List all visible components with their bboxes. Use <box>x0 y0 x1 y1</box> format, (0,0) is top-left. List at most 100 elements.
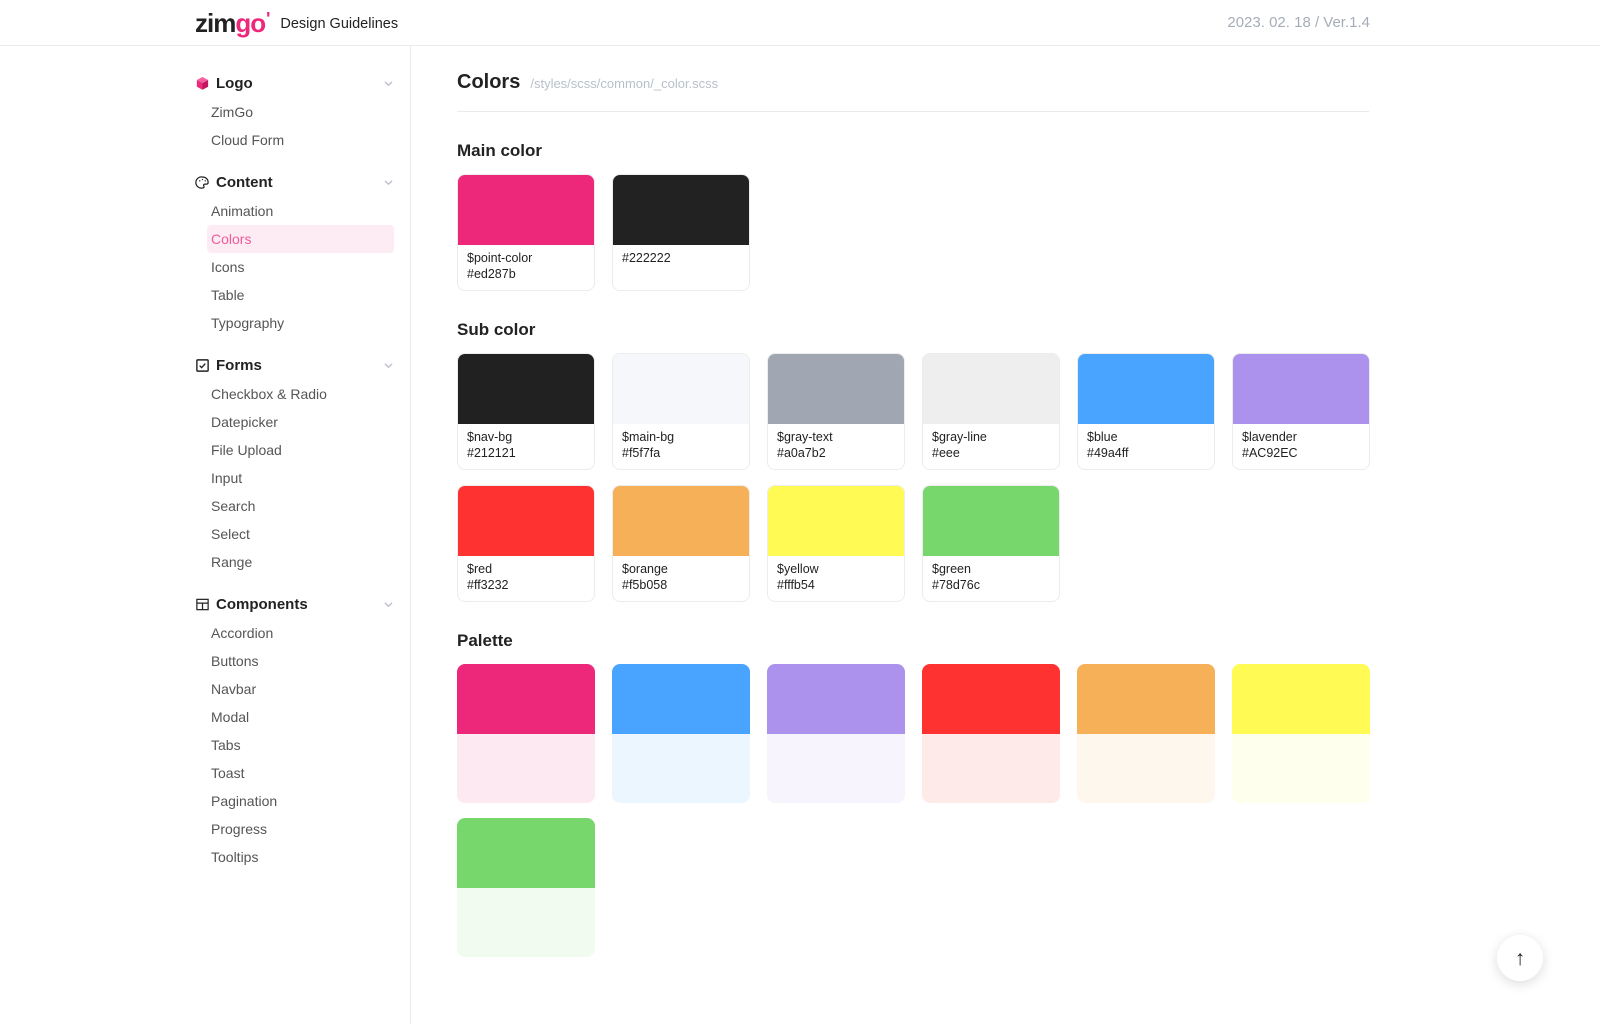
sidebar-item-tabs[interactable]: Tabs <box>207 731 394 759</box>
sidebar-item-checkbox-radio[interactable]: Checkbox & Radio <box>207 380 394 408</box>
color-swatch <box>613 175 749 245</box>
color-variable-name: $gray-text <box>777 430 895 446</box>
main-color-cards: $point-color#ed287b #222222 <box>457 174 1600 291</box>
sidebar-section-label: Components <box>216 596 308 613</box>
sidebar-item-zimgo[interactable]: ZimGo <box>207 98 394 126</box>
sidebar-section-forms: Forms Checkbox & RadioDatepickerFile Uplo… <box>195 353 394 576</box>
color-hex-value: #f5b058 <box>622 578 740 594</box>
sidebar-item-icons[interactable]: Icons <box>207 253 394 281</box>
palette-solid-swatch <box>922 664 1060 734</box>
scroll-to-top-button[interactable]: ↑ <box>1497 935 1543 981</box>
color-variable-name: $nav-bg <box>467 430 585 446</box>
arrow-up-icon: ↑ <box>1515 948 1526 969</box>
sidebar-item-buttons[interactable]: Buttons <box>207 647 394 675</box>
color-card-gray-text: $gray-text#a0a7b2 <box>767 353 905 470</box>
palette-tint-swatch <box>1077 734 1215 803</box>
palette-card-78d76c <box>457 818 595 957</box>
color-swatch <box>923 486 1059 556</box>
page-title: Colors <box>457 71 520 94</box>
sidebar-section-header-components[interactable]: Components <box>195 592 394 616</box>
color-card-label: $main-bg#f5f7fa <box>613 424 749 469</box>
sidebar-item-select[interactable]: Select <box>207 520 394 548</box>
cube-icon <box>195 76 210 91</box>
palette-solid-swatch <box>457 818 595 888</box>
sidebar-item-accordion[interactable]: Accordion <box>207 619 394 647</box>
sidebar-section-header-forms[interactable]: Forms <box>195 353 394 377</box>
sidebar-section-header-content[interactable]: Content <box>195 170 394 194</box>
color-card-label: $gray-line#eee <box>923 424 1059 469</box>
color-swatch <box>613 486 749 556</box>
color-variable-name: $yellow <box>777 562 895 578</box>
sidebar-item-typography[interactable]: Typography <box>207 309 394 337</box>
sidebar-item-navbar[interactable]: Navbar <box>207 675 394 703</box>
color-card-yellow: $yellow#fffb54 <box>767 485 905 602</box>
grid-icon <box>195 597 210 612</box>
sidebar-item-datepicker[interactable]: Datepicker <box>207 408 394 436</box>
sidebar-item-cloud-form[interactable]: Cloud Form <box>207 126 394 154</box>
color-card-lavender: $lavender#AC92EC <box>1232 353 1370 470</box>
color-variable-name: $blue <box>1087 430 1205 446</box>
sidebar-item-colors[interactable]: Colors <box>207 225 394 253</box>
logo-text-accent: go <box>235 8 265 38</box>
palette-cards <box>457 664 1370 957</box>
color-variable-name: $red <box>467 562 585 578</box>
sidebar-item-range[interactable]: Range <box>207 548 394 576</box>
sidebar-item-animation[interactable]: Animation <box>207 197 394 225</box>
sidebar-item-table[interactable]: Table <box>207 281 394 309</box>
color-card-label: $blue#49a4ff <box>1078 424 1214 469</box>
sidebar-item-file-upload[interactable]: File Upload <box>207 436 394 464</box>
color-hex-value: #fffb54 <box>777 578 895 594</box>
palette-card-ac92ec <box>767 664 905 803</box>
color-variable-name: $gray-line <box>932 430 1050 446</box>
color-hex-value: #212121 <box>467 446 585 462</box>
header-subtitle: Design Guidelines <box>280 13 398 32</box>
sidebar-item-pagination[interactable]: Pagination <box>207 787 394 815</box>
color-hex-value: #ff3232 <box>467 578 585 594</box>
section-sub-color: Sub color $nav-bg#212121$main-bg#f5f7fa$… <box>457 320 1600 602</box>
sidebar-item-tooltips[interactable]: Tooltips <box>207 843 394 871</box>
sidebar-item-toast[interactable]: Toast <box>207 759 394 787</box>
color-card-orange: $orange#f5b058 <box>612 485 750 602</box>
color-variable-name: $green <box>932 562 1050 578</box>
chevron-down-icon <box>383 78 394 89</box>
section-palette: Palette <box>457 631 1600 957</box>
palette-tint-swatch <box>612 734 750 803</box>
color-card-label: $green#78d76c <box>923 556 1059 601</box>
color-swatch <box>458 175 594 245</box>
color-variable-name: $lavender <box>1242 430 1360 446</box>
sidebar-section-header-logo[interactable]: Logo <box>195 71 394 95</box>
page-head: Colors /styles/scss/common/_color.scss <box>457 71 1600 94</box>
palette-tint-swatch <box>457 888 595 957</box>
palette-card-49a4ff <box>612 664 750 803</box>
palette-tint-swatch <box>1232 734 1370 803</box>
sidebar-section-components: Components AccordionButtonsNavbarModalTab… <box>195 592 394 871</box>
color-hex-value: #AC92EC <box>1242 446 1360 462</box>
palette-card-ff3232 <box>922 664 1060 803</box>
sidebar-item-input[interactable]: Input <box>207 464 394 492</box>
checkbox-icon <box>195 358 210 373</box>
palette-solid-swatch <box>612 664 750 734</box>
section-main-color: Main color $point-color#ed287b#222222 <box>457 141 1600 291</box>
sidebar-section-label: Logo <box>216 75 253 92</box>
section-title-palette: Palette <box>457 631 1600 651</box>
color-card-red: $red#ff3232 <box>457 485 595 602</box>
color-hex-value: #f5f7fa <box>622 446 740 462</box>
color-hex-value: #222222 <box>622 251 740 267</box>
color-variable-name: $main-bg <box>622 430 740 446</box>
palette-solid-swatch <box>1077 664 1215 734</box>
sidebar-item-modal[interactable]: Modal <box>207 703 394 731</box>
sidebar-item-search[interactable]: Search <box>207 492 394 520</box>
color-card-label: $point-color#ed287b <box>458 245 594 290</box>
sidebar-section-content: Content AnimationColorsIconsTableTypograp… <box>195 170 394 337</box>
sidebar-item-progress[interactable]: Progress <box>207 815 394 843</box>
color-swatch <box>458 354 594 424</box>
color-hex-value: #49a4ff <box>1087 446 1205 462</box>
palette-card-fffb54 <box>1232 664 1370 803</box>
palette-tint-swatch <box>457 734 595 803</box>
color-swatch <box>1078 354 1214 424</box>
app-logo[interactable]: zimgo' <box>195 10 269 36</box>
palette-card-f5b058 <box>1077 664 1215 803</box>
color-card-main-bg: $main-bg#f5f7fa <box>612 353 750 470</box>
color-swatch <box>1233 354 1369 424</box>
chevron-down-icon <box>383 599 394 610</box>
